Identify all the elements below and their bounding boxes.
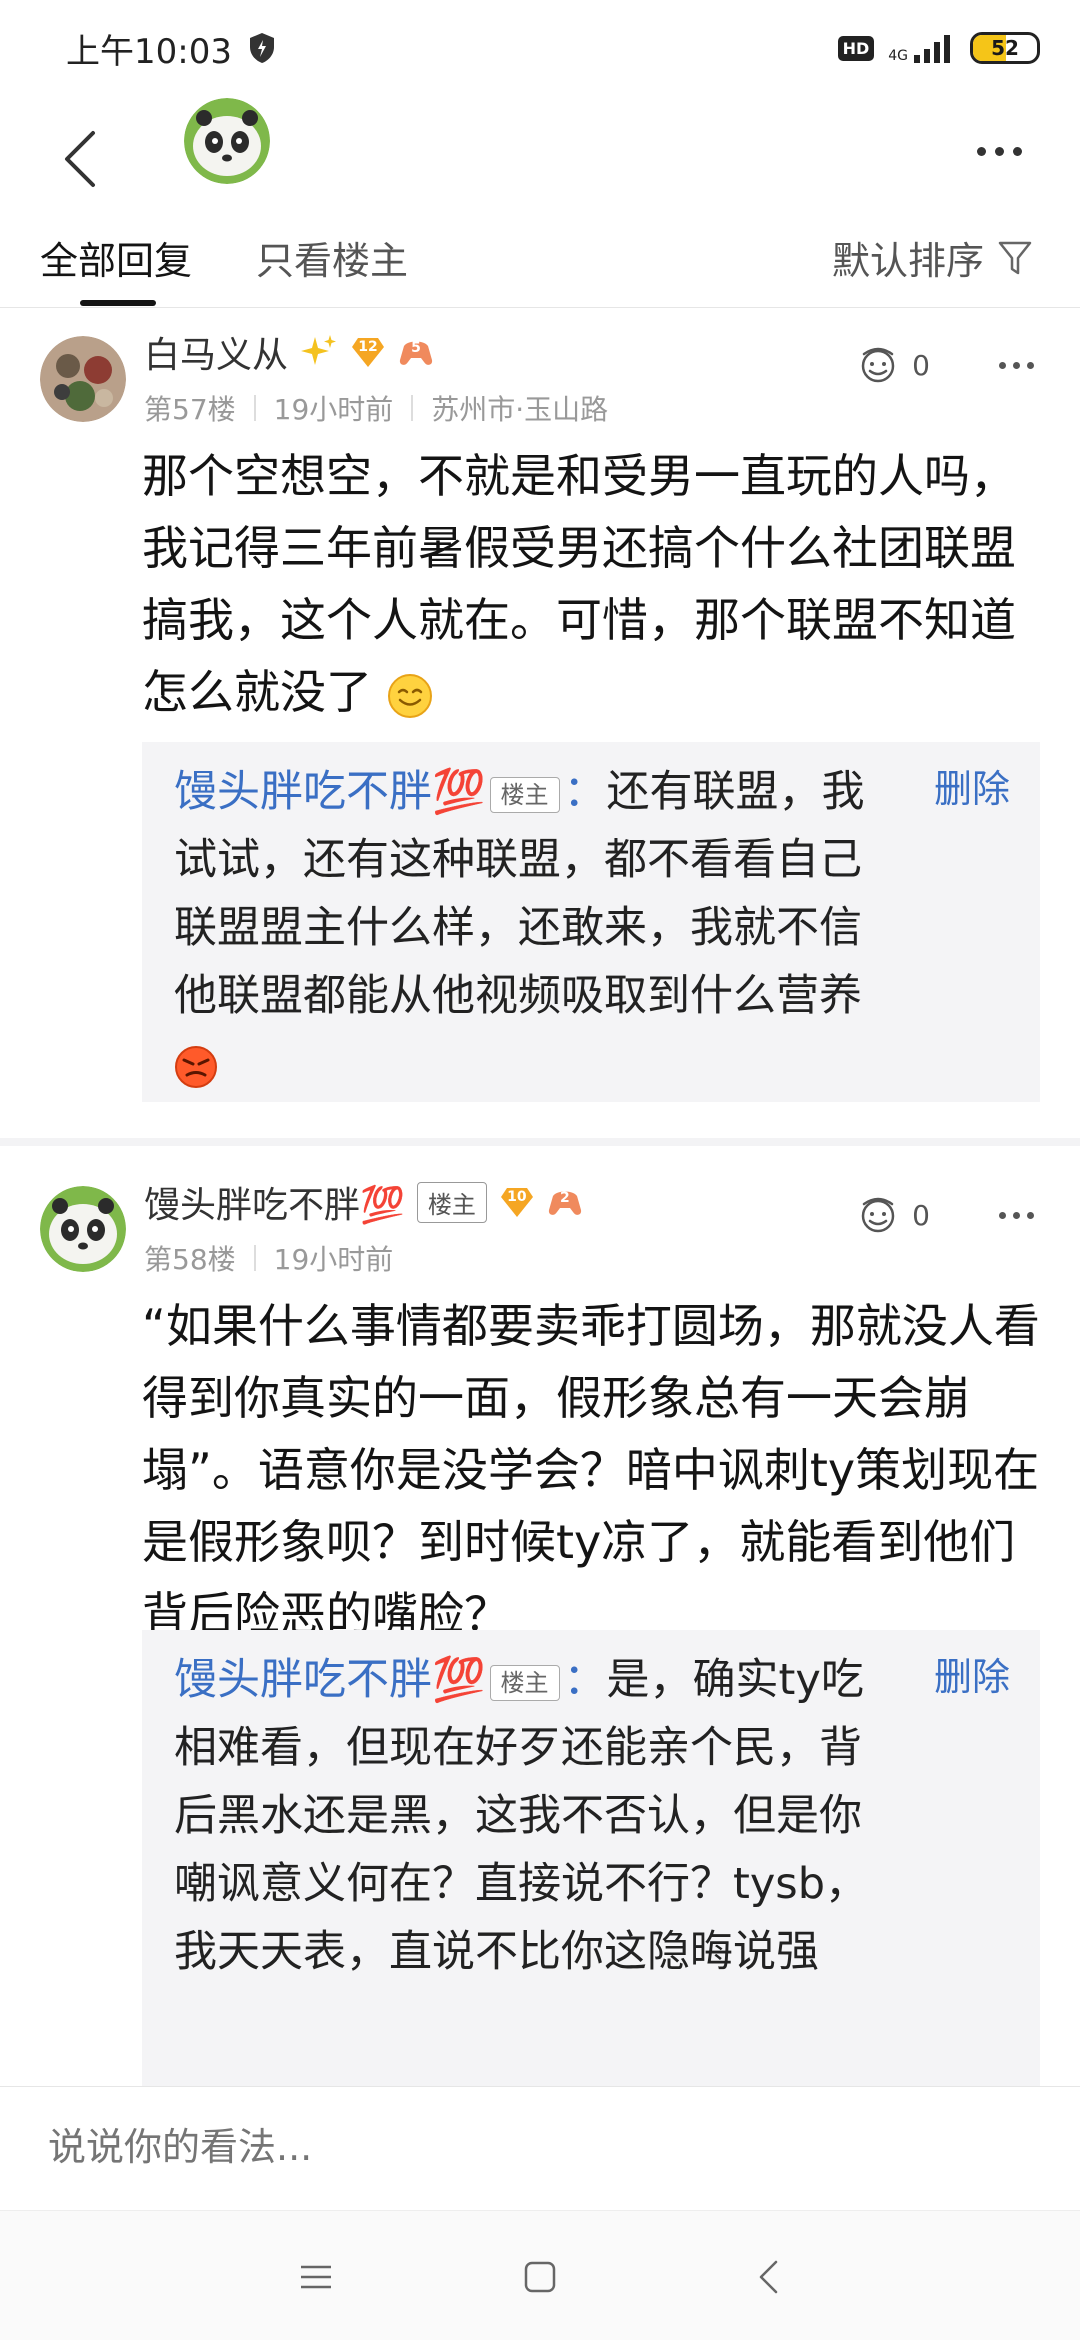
more-options-button[interactable] — [964, 126, 1034, 176]
status-bar: 上午10:03 HD 4G 52 — [0, 0, 1080, 96]
sub-reply-author[interactable]: 馒头胖吃不胖💯 — [174, 767, 486, 817]
battery-level: 52 — [991, 36, 1019, 60]
dot-icon — [999, 362, 1006, 369]
floor-number: 第58楼 — [144, 1243, 236, 1276]
sparkle-icon — [301, 335, 337, 365]
dot-icon — [1013, 362, 1020, 369]
comment-input[interactable] — [48, 2125, 948, 2169]
dot-icon — [999, 1212, 1006, 1219]
tab-op-only[interactable]: 只看楼主 — [256, 230, 408, 285]
meta-divider — [253, 1245, 256, 1271]
status-time: 上午10:03 — [66, 31, 232, 72]
delete-button[interactable]: 删除 — [934, 758, 1010, 813]
dot-icon — [1013, 1212, 1020, 1219]
tab-all-replies-label: 全部回复 — [40, 239, 193, 283]
post-content-text: “如果什么事情都要卖乖打圆场，那就没人看得到你真实的一面，假形象总有一天会崩塌”… — [142, 1299, 1040, 1641]
post-divider — [0, 1138, 1080, 1146]
game-badge: 2 — [547, 1184, 583, 1220]
menu-icon — [301, 2265, 331, 2289]
game-level-number: 5 — [411, 340, 421, 356]
game-badge: 5 — [398, 334, 434, 370]
post-location: 苏州市·玉山路 — [431, 393, 609, 426]
post-time: 19小时前 — [273, 393, 394, 426]
tab-op-only-label: 只看楼主 — [256, 239, 409, 283]
game-level-number: 2 — [559, 1190, 570, 1206]
avatar[interactable] — [40, 1186, 126, 1272]
signal-icon — [914, 35, 950, 63]
op-badge: 楼主 — [489, 1664, 560, 1701]
sub-reply-box[interactable]: 馒头胖吃不胖💯 楼主 ：是，确实ty吃相难看，但现在好歹还能亲个民，背后黑水还是黑，… — [142, 1630, 1040, 2086]
angry-face-icon — [175, 1045, 217, 1088]
post-more-button[interactable] — [999, 1212, 1034, 1219]
post-time: 19小时前 — [273, 1243, 394, 1276]
post-content-text: 那个空想空，不就是和受男一直玩的人吗，我记得三年前暑假受男还搞个什么社团联盟搞我… — [142, 449, 1016, 719]
level-badge: 10 — [499, 1184, 535, 1220]
agree-icon — [861, 1197, 895, 1233]
sort-button[interactable]: 默认排序 — [832, 230, 1032, 285]
back-key[interactable] — [748, 2257, 788, 2297]
dot-icon — [1027, 1212, 1034, 1219]
panda-avatar-icon — [40, 1186, 126, 1272]
username[interactable]: 白马义从 — [144, 326, 288, 378]
dot-icon — [1027, 362, 1034, 369]
sort-label: 默认排序 — [831, 239, 984, 283]
avatar[interactable] — [40, 336, 126, 422]
tab-active-underline — [80, 300, 156, 306]
post-more-button[interactable] — [999, 362, 1034, 369]
sub-reply-colon: ： — [563, 767, 607, 817]
post-username-row: 馒头胖吃不胖💯 楼主 10 2 — [144, 1176, 583, 1228]
agree-icon — [861, 347, 895, 383]
op-badge: 楼主 — [489, 776, 560, 813]
back-triangle-icon — [759, 2260, 778, 2294]
battery-indicator: 52 — [970, 32, 1040, 64]
floor-number: 第57楼 — [144, 393, 236, 426]
meta-divider — [411, 395, 414, 421]
like-count: 0 — [912, 348, 930, 382]
like-button[interactable]: 0 — [858, 346, 930, 384]
dot-icon — [1012, 146, 1022, 156]
chevron-left-icon — [65, 131, 95, 187]
shield-icon — [249, 33, 274, 63]
like-button[interactable]: 0 — [858, 1196, 930, 1234]
post-meta: 第57楼 19小时前 苏州市·玉山路 — [144, 388, 608, 428]
network-label: 4G — [888, 48, 908, 64]
sub-reply: 馒头胖吃不胖💯 楼主 ：还有联盟，我试试，还有这种联盟，都不看看自己联盟盟主什么样，… — [174, 758, 894, 1098]
signal-indicator: 4G — [888, 33, 956, 63]
forum-avatar[interactable] — [184, 98, 270, 184]
post-content: 那个空想空，不就是和受男一直玩的人吗，我记得三年前暑假受男还搞个什么社团联盟搞我… — [142, 440, 1042, 728]
level-number: 10 — [507, 1189, 527, 1205]
level-number: 12 — [358, 339, 378, 355]
top-navigation — [0, 96, 1080, 226]
reply-tabs: 全部回复 只看楼主 默认排序 — [0, 210, 1080, 308]
level-badge: 12 — [350, 334, 386, 370]
username[interactable]: 馒头胖吃不胖💯 — [144, 1176, 405, 1228]
post-username-row: 白马义从 12 5 — [144, 326, 434, 378]
system-navigation-bar — [0, 2210, 1080, 2340]
like-count: 0 — [912, 1198, 930, 1232]
meta-divider — [253, 395, 256, 421]
post-content: “如果什么事情都要卖乖打圆场，那就没人看得到你真实的一面，假形象总有一天会崩塌”… — [142, 1290, 1042, 1650]
home-square-icon — [524, 2261, 556, 2293]
sub-reply-box[interactable]: 馒头胖吃不胖💯 楼主 ：还有联盟，我试试，还有这种联盟，都不看看自己联盟盟主什么样，… — [142, 742, 1040, 1102]
panda-avatar-icon — [184, 98, 270, 184]
delete-button[interactable]: 删除 — [934, 1646, 1010, 1701]
home-key[interactable] — [520, 2257, 560, 2297]
dot-icon — [994, 146, 1004, 156]
sub-reply: 馒头胖吃不胖💯 楼主 ：是，确实ty吃相难看，但现在好歹还能亲个民，背后黑水还是黑，… — [174, 1646, 894, 1986]
op-badge: 楼主 — [416, 1181, 487, 1223]
back-button[interactable] — [50, 114, 110, 204]
filter-icon — [998, 241, 1032, 274]
hd-badge: HD — [837, 35, 875, 61]
dot-icon — [976, 146, 986, 156]
menu-key[interactable] — [296, 2257, 336, 2297]
sub-reply-author[interactable]: 馒头胖吃不胖💯 — [174, 1655, 486, 1705]
smiling-face-icon — [387, 673, 432, 718]
post-meta: 第58楼 19小时前 — [144, 1238, 393, 1278]
sub-reply-colon: ： — [563, 1655, 607, 1705]
comment-input-bar — [0, 2086, 1080, 2210]
tab-all-replies[interactable]: 全部回复 — [40, 230, 192, 285]
user-avatar-icon — [40, 336, 126, 422]
